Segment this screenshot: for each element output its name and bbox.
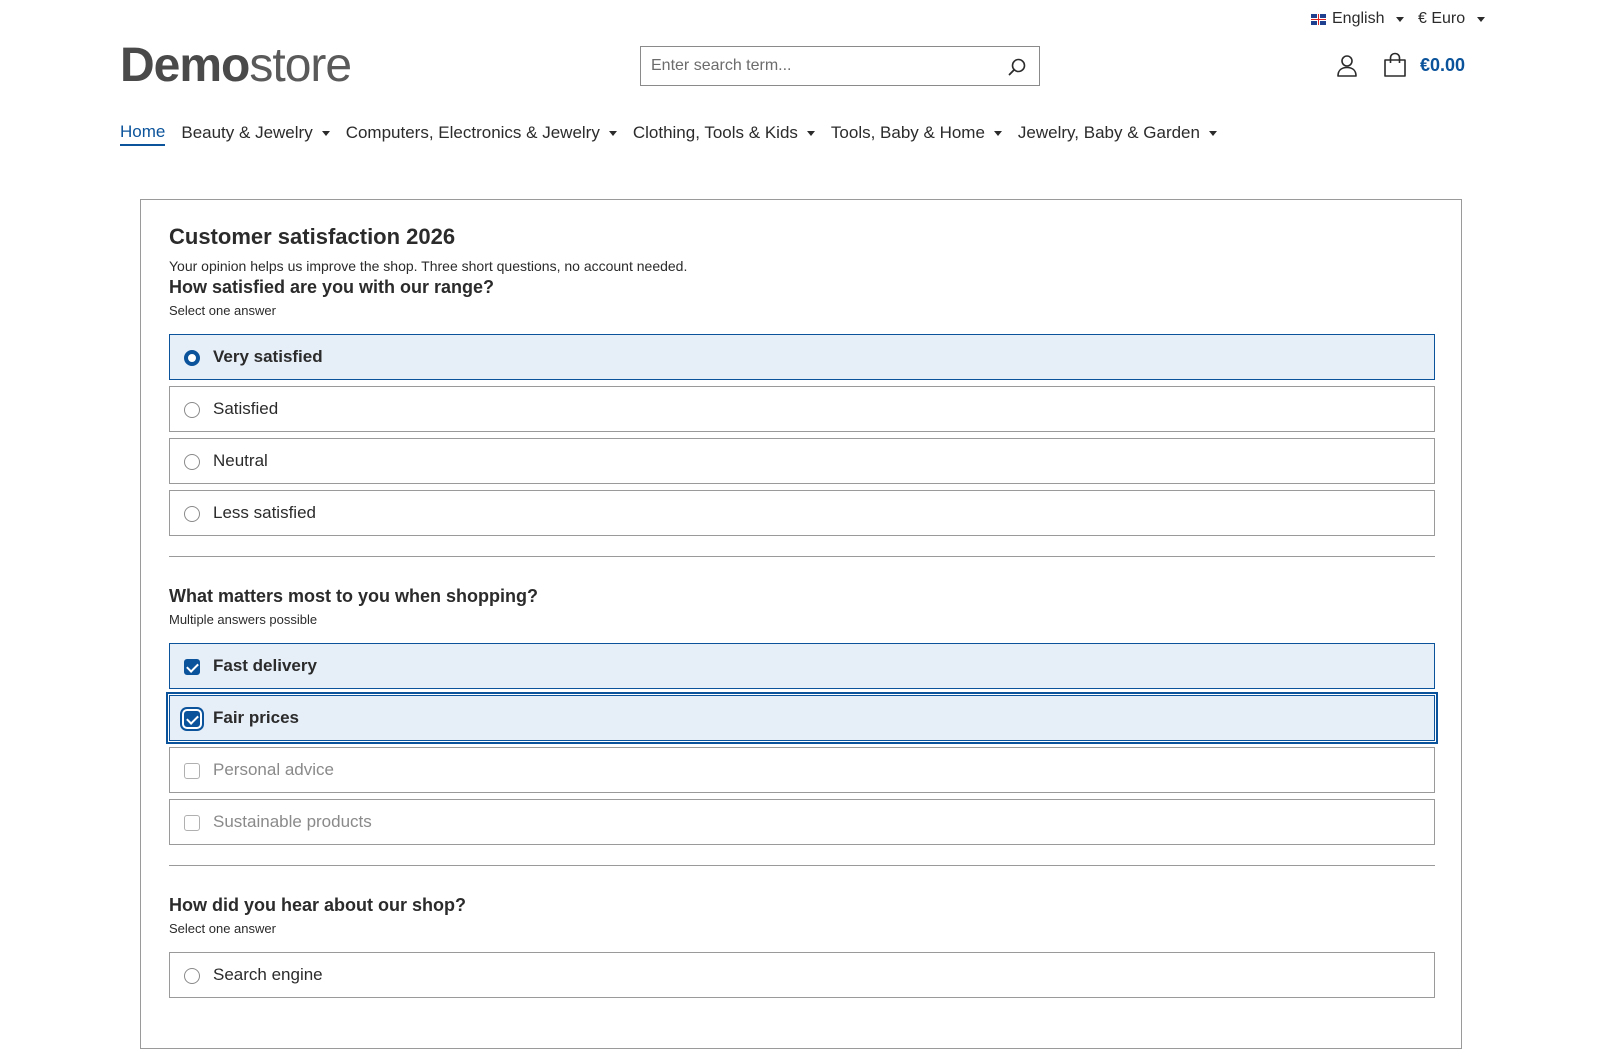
survey-content: Customer satisfaction 2026 Your opinion … [166, 222, 1438, 1004]
nav-item-beauty-jewelry[interactable]: Beauty & Jewelry [181, 120, 330, 146]
question-divider [169, 865, 1435, 866]
top-bar: English € Euro [0, 0, 1600, 40]
nav-item-label: Jewelry, Baby & Garden [1017, 123, 1200, 142]
option-label: Sustainable products [213, 812, 372, 831]
chevron-down-icon [1208, 130, 1217, 136]
checkbox-option-fast-delivery[interactable]: Fast delivery [169, 643, 1435, 689]
question-1: How satisfied are you with our range? Se… [169, 276, 1435, 536]
checkbox-option-fair-prices[interactable]: Fair prices [166, 692, 1438, 744]
question-title: What matters most to you when shopping? [169, 586, 538, 606]
question-hint: Select one answer [169, 303, 276, 318]
option-label: Very satisfied [213, 347, 323, 366]
chevron-down-icon [1477, 16, 1486, 22]
radio-unselected[interactable] [184, 454, 200, 470]
checkbox-unchecked[interactable] [184, 763, 200, 779]
option-label: Neutral [213, 451, 268, 470]
option-label: Search engine [213, 965, 323, 984]
question-title: How did you hear about our shop? [169, 895, 466, 915]
uk-flag-icon [1311, 13, 1326, 25]
radio-option-neutral[interactable]: Neutral [169, 438, 1435, 484]
nav-item-label: Computers, Electronics & Jewelry [345, 123, 600, 142]
nav-item-label: Home [120, 122, 166, 141]
radio-option-less-satisfied[interactable]: Less satisfied [169, 490, 1435, 536]
nav-item-home[interactable]: Home [120, 120, 166, 146]
option-list: Very satisfied Satisfied Neutral Less sa… [169, 334, 1435, 536]
nav-item-label: Clothing, Tools & Kids [632, 123, 798, 142]
question-3: How did you hear about our shop? Select … [169, 894, 1435, 998]
chevron-down-icon [608, 130, 617, 136]
option-label: Fair prices [213, 708, 299, 727]
nav-item-clothing-tools-kids[interactable]: Clothing, Tools & Kids [633, 120, 815, 146]
chevron-down-icon [1396, 16, 1405, 22]
search-box [640, 46, 1040, 86]
radio-unselected[interactable] [184, 968, 200, 984]
checkbox-checked[interactable] [184, 711, 200, 727]
nav-item-label: Beauty & Jewelry [181, 123, 313, 142]
checkbox-unchecked[interactable] [184, 815, 200, 831]
cart-total[interactable]: €0.00 [1420, 55, 1465, 76]
logo-bold-text: Demo [120, 39, 250, 92]
radio-unselected[interactable] [184, 506, 200, 522]
checkbox-checked[interactable] [184, 659, 200, 675]
currency-label: € Euro [1418, 10, 1466, 27]
survey-title: Customer satisfaction 2026 [169, 224, 456, 249]
option-label: Fast delivery [213, 656, 317, 675]
shopping-bag-icon[interactable] [1382, 52, 1408, 78]
option-label: Satisfied [213, 399, 279, 418]
question-title: How satisfied are you with our range? [169, 277, 495, 297]
radio-option-satisfied[interactable]: Satisfied [169, 386, 1435, 432]
store-logo[interactable]: Demostore [120, 38, 352, 93]
survey-intro: Your opinion helps us improve the shop. … [169, 258, 688, 274]
chevron-down-icon [993, 130, 1002, 136]
checkbox-option-personal-advice[interactable]: Personal advice [169, 747, 1435, 793]
language-label: English [1332, 10, 1385, 27]
nav-item-label: Tools, Baby & Home [830, 123, 985, 142]
nav-item-computers-electronics-jewelry[interactable]: Computers, Electronics & Jewelry [346, 120, 617, 146]
checkbox-option-sustainable-products[interactable]: Sustainable products [169, 799, 1435, 845]
radio-unselected[interactable] [184, 402, 200, 418]
radio-option-search-engine[interactable]: Search engine [169, 952, 1435, 998]
question-divider [169, 556, 1435, 557]
question-hint: Multiple answers possible [169, 612, 318, 627]
nav-item-jewelry-baby-garden[interactable]: Jewelry, Baby & Garden [1018, 120, 1217, 146]
question-2: What matters most to you when shopping? … [166, 585, 1438, 845]
chevron-down-icon [321, 130, 330, 136]
option-list: Fast delivery Fair prices Personal advic… [166, 643, 1438, 845]
radio-selected[interactable] [184, 350, 200, 366]
language-dropdown[interactable]: English [1311, 10, 1405, 28]
currency-dropdown[interactable]: € Euro [1418, 10, 1486, 28]
question-hint: Select one answer [169, 921, 276, 936]
account-icon[interactable] [1336, 54, 1358, 78]
search-input[interactable] [641, 47, 1039, 85]
nav-item-tools-baby-home[interactable]: Tools, Baby & Home [831, 120, 1002, 146]
logo-light-text: store [249, 39, 352, 92]
main-navigation: Home Beauty & Jewelry Computers, Electro… [120, 120, 1233, 146]
option-label: Less satisfied [213, 503, 316, 522]
chevron-down-icon [806, 130, 815, 136]
option-list: Search engine [169, 952, 1435, 998]
search-icon[interactable] [1007, 57, 1027, 77]
radio-option-very-satisfied[interactable]: Very satisfied [169, 334, 1435, 380]
option-label: Personal advice [213, 760, 334, 779]
